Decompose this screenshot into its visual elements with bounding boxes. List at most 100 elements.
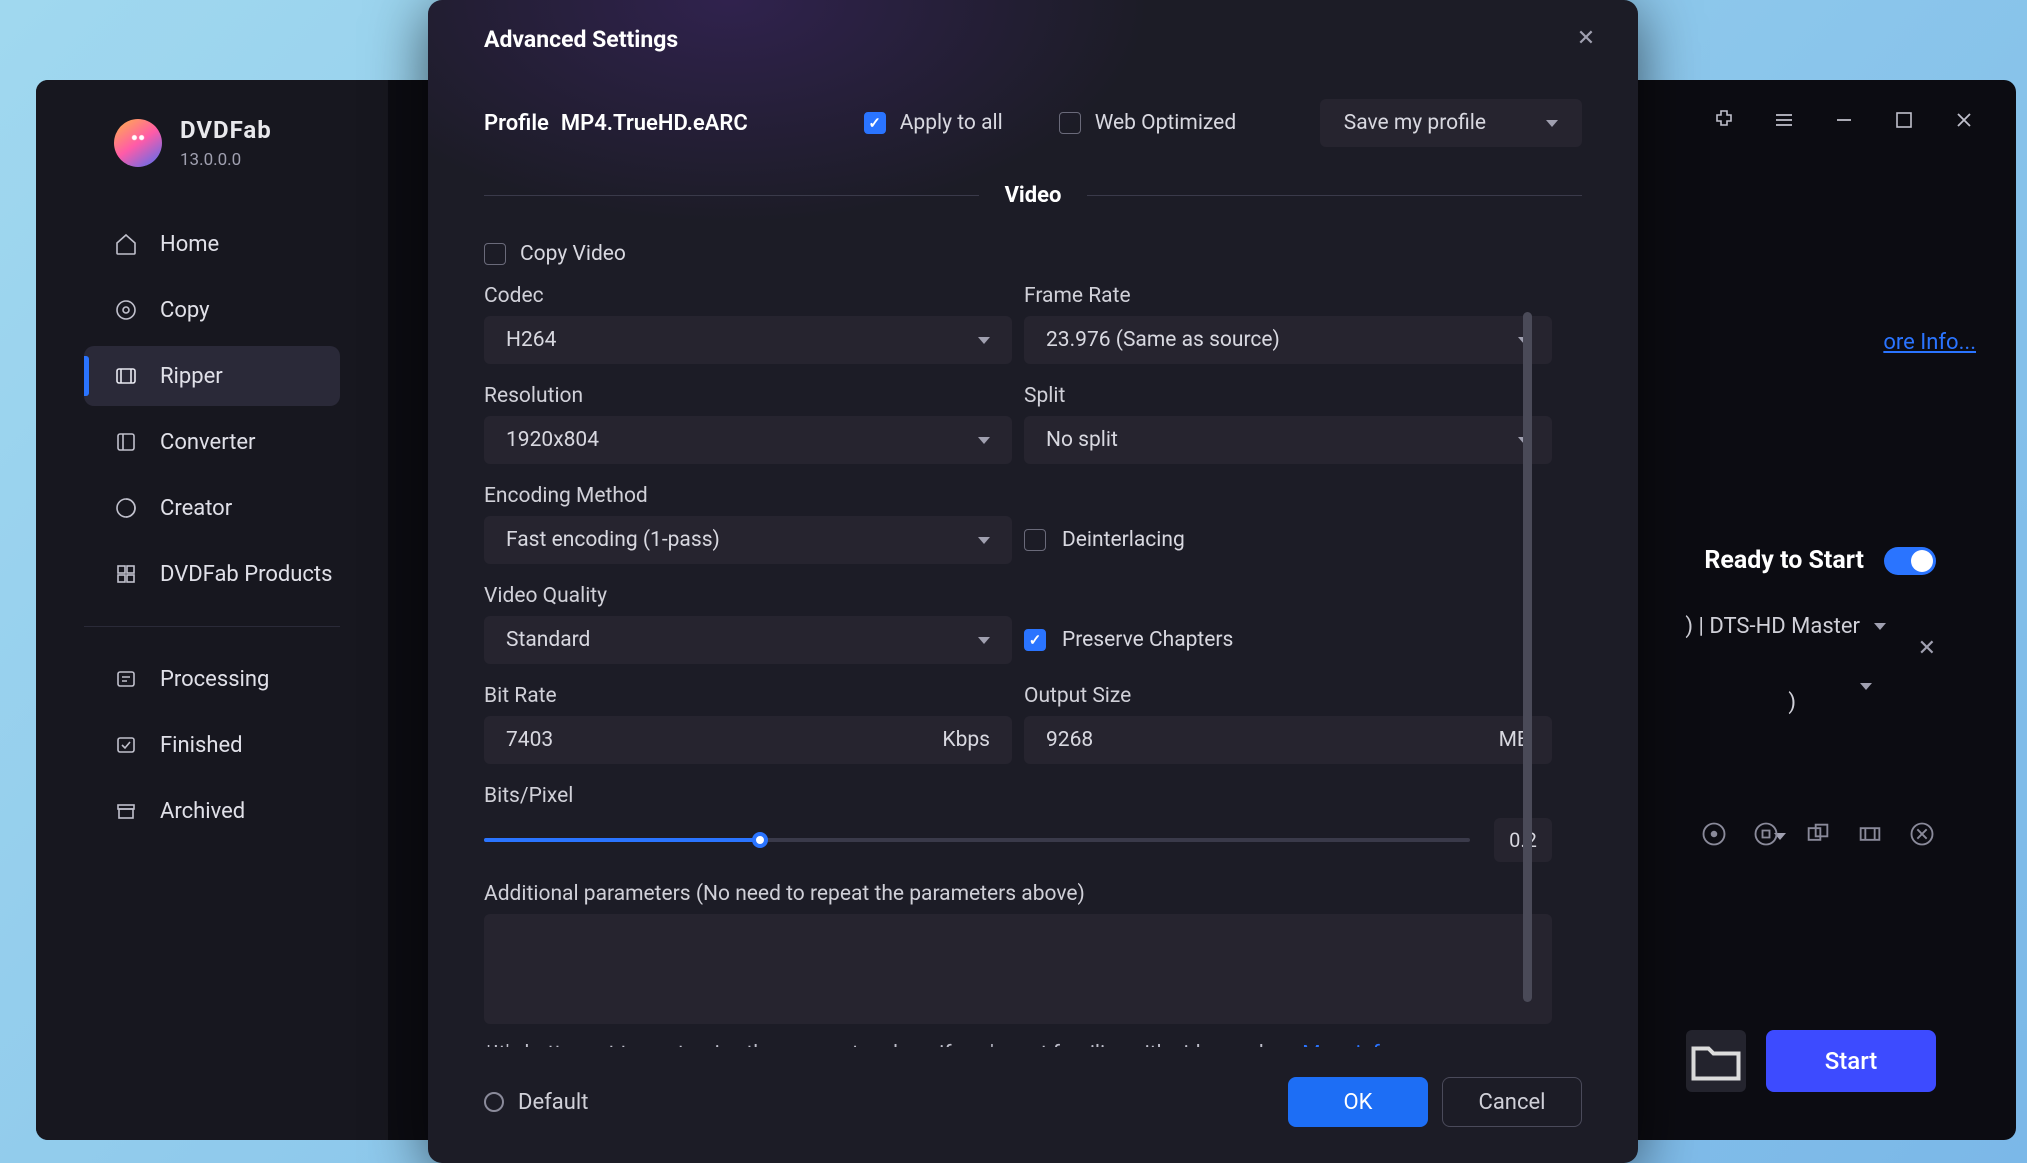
resolution-dropdown[interactable]: 1920x804 [484, 416, 1012, 464]
chevron-down-icon [978, 637, 990, 644]
item-action-icons [1700, 820, 1936, 848]
sidebar-item-label: Creator [160, 496, 232, 521]
slider-fill [484, 838, 760, 842]
scrollbar[interactable] [1523, 312, 1532, 1002]
output-size-input[interactable]: MB [1024, 716, 1552, 764]
resolution-label: Resolution [484, 384, 1012, 408]
action-icon-3[interactable] [1804, 820, 1832, 848]
plugin-icon[interactable] [1712, 108, 1736, 132]
output-size-label: Output Size [1024, 684, 1552, 708]
quality-label: Video Quality [484, 584, 1012, 608]
encoding-label: Encoding Method [484, 484, 1012, 508]
sidebar-item-creator[interactable]: Creator [84, 478, 340, 538]
frame-rate-value: 23.976 (Same as source) [1046, 328, 1280, 352]
sidebar-item-label: Copy [160, 298, 210, 323]
menu-icon[interactable] [1772, 108, 1796, 132]
addl-params-label: Additional parameters (No need to repeat… [484, 882, 1552, 906]
split-label: Split [1024, 384, 1552, 408]
sidebar-item-label: Processing [160, 667, 269, 692]
modal-close-icon[interactable]: ✕ [1574, 26, 1598, 50]
checkbox-icon [1024, 529, 1046, 551]
profile-name: MP4.TrueHD.eARC [561, 111, 748, 136]
start-button[interactable]: Start [1766, 1030, 1936, 1092]
sidebar-item-finished[interactable]: Finished [84, 715, 340, 775]
web-optimized-checkbox[interactable]: Web Optimized [1059, 111, 1236, 135]
copy-icon [114, 298, 138, 322]
more-info-link[interactable]: ore Info... [1883, 330, 1976, 355]
bit-rate-field[interactable] [506, 728, 942, 752]
encoding-dropdown[interactable]: Fast encoding (1-pass) [484, 516, 1012, 564]
output-size-field[interactable] [1046, 728, 1499, 752]
converter-icon [114, 430, 138, 454]
app-logo-icon [114, 119, 162, 167]
bit-rate-input[interactable]: Kbps [484, 716, 1012, 764]
sidebar-item-ripper[interactable]: Ripper [84, 346, 340, 406]
ready-status: Ready to Start [1704, 546, 1864, 575]
preserve-chapters-checkbox[interactable]: Preserve Chapters [1024, 616, 1233, 664]
nav-divider [84, 626, 340, 627]
checkbox-icon [484, 243, 506, 265]
action-icon-5[interactable] [1908, 820, 1936, 848]
action-icon-1[interactable] [1700, 820, 1728, 848]
finished-icon [114, 733, 138, 757]
sidebar-item-products[interactable]: DVDFab Products [84, 544, 340, 604]
addl-params-textarea[interactable] [484, 914, 1552, 1024]
sidebar-item-processing[interactable]: Processing [84, 649, 340, 709]
nav-primary: Home Copy Ripper Converter Creator DVDFa… [36, 214, 388, 604]
quality-value: Standard [506, 628, 590, 652]
maximize-icon[interactable] [1892, 108, 1916, 132]
deinterlacing-checkbox[interactable]: Deinterlacing [1024, 516, 1185, 564]
split-dropdown[interactable]: No split [1024, 416, 1552, 464]
save-profile-label: Save my profile [1344, 111, 1486, 135]
sidebar-item-converter[interactable]: Converter [84, 412, 340, 472]
app-name: DVDFab [180, 116, 272, 144]
video-section-title: Video [1005, 183, 1062, 208]
sidebar-item-label: Home [160, 232, 219, 257]
sidebar-item-label: Ripper [160, 364, 223, 389]
creator-icon [114, 496, 138, 520]
chevron-down-icon [978, 537, 990, 544]
apply-to-all-label: Apply to all [900, 111, 1003, 135]
sidebar-item-archived[interactable]: Archived [84, 781, 340, 841]
sidebar-item-label: Converter [160, 430, 256, 455]
action-icon-2[interactable] [1752, 820, 1780, 848]
sidebar-item-home[interactable]: Home [84, 214, 340, 274]
default-radio[interactable] [484, 1092, 504, 1112]
checkbox-icon [864, 112, 886, 134]
quality-dropdown[interactable]: Standard [484, 616, 1012, 664]
apply-to-all-checkbox[interactable]: Apply to all [864, 111, 1003, 135]
app-version: 13.0.0.0 [180, 150, 272, 170]
codec-dropdown[interactable]: H264 [484, 316, 1012, 364]
profile-label: Profile [484, 111, 549, 136]
paren-label: ) [1788, 690, 1796, 715]
checkbox-icon [1024, 629, 1046, 651]
archived-icon [114, 799, 138, 823]
deinterlacing-label: Deinterlacing [1062, 528, 1185, 552]
minimize-icon[interactable] [1832, 108, 1856, 132]
modal-title: Advanced Settings [484, 26, 1582, 53]
action-icon-4[interactable] [1856, 820, 1884, 848]
output-folder-button[interactable] [1686, 1030, 1746, 1092]
chevron-down-icon[interactable] [1860, 683, 1872, 709]
ready-toggle[interactable] [1884, 547, 1936, 575]
sidebar-item-copy[interactable]: Copy [84, 280, 340, 340]
frame-rate-dropdown[interactable]: 23.976 (Same as source) [1024, 316, 1552, 364]
close-window-icon[interactable] [1952, 108, 1976, 132]
sidebar: DVDFab 13.0.0.0 Home Copy Ripper Convert… [36, 80, 388, 1140]
chevron-down-icon[interactable] [1874, 623, 1886, 630]
chevron-down-icon [978, 337, 990, 344]
slider-thumb[interactable] [752, 832, 768, 848]
save-profile-dropdown[interactable]: Save my profile [1320, 99, 1582, 147]
home-icon [114, 232, 138, 256]
hint-more-info-link[interactable]: More info... [1302, 1042, 1408, 1047]
copy-video-checkbox[interactable]: Copy Video [484, 242, 1552, 266]
cancel-button[interactable]: Cancel [1442, 1077, 1582, 1127]
ok-button[interactable]: OK [1288, 1077, 1428, 1127]
bit-rate-unit: Kbps [942, 728, 990, 752]
remove-item-icon[interactable]: ✕ [1918, 636, 1936, 661]
profile-row: Profile MP4.TrueHD.eARC Apply to all Web… [484, 99, 1582, 147]
nav-secondary: Processing Finished Archived [36, 649, 388, 841]
advanced-settings-modal: Advanced Settings ✕ Profile MP4.TrueHD.e… [428, 0, 1638, 1163]
resolution-value: 1920x804 [506, 428, 599, 452]
bits-pixel-slider[interactable] [484, 838, 1470, 842]
